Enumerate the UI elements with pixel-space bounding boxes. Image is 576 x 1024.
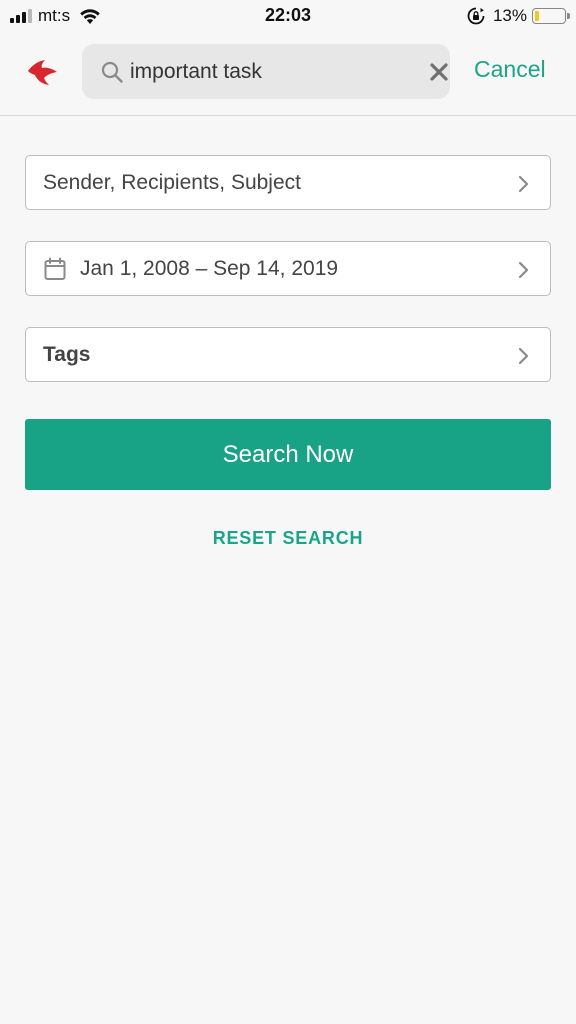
people-subject-filter[interactable]: Sender, Recipients, Subject: [25, 155, 551, 210]
search-input[interactable]: [130, 44, 420, 99]
search-now-button[interactable]: Search Now: [25, 419, 551, 490]
reset-search-button[interactable]: RESET SEARCH: [0, 528, 576, 549]
date-range-filter[interactable]: Jan 1, 2008 – Sep 14, 2019: [25, 241, 551, 296]
close-icon[interactable]: [429, 62, 449, 82]
battery-icon: [532, 8, 570, 24]
chevron-right-icon: [518, 175, 529, 193]
date-range-label: Jan 1, 2008 – Sep 14, 2019: [80, 257, 339, 280]
cancel-button[interactable]: Cancel: [474, 56, 546, 83]
battery-percent: 13%: [492, 6, 527, 25]
tags-filter[interactable]: Tags: [25, 327, 551, 382]
chevron-right-icon: [518, 261, 529, 279]
airmail-bird-logo: [28, 60, 57, 85]
search-icon: [101, 61, 123, 83]
status-bar: mt:s 22:03 13%: [0, 0, 576, 32]
tags-label: Tags: [43, 343, 91, 366]
orientation-lock-icon: [467, 7, 485, 25]
battery-fill: [535, 11, 539, 21]
search-header: Cancel: [0, 32, 576, 116]
search-bar[interactable]: [82, 44, 450, 99]
chevron-right-icon: [518, 347, 529, 365]
status-right: 13%: [467, 6, 570, 26]
calendar-icon: [44, 257, 66, 280]
people-subject-label: Sender, Recipients, Subject: [43, 171, 301, 194]
